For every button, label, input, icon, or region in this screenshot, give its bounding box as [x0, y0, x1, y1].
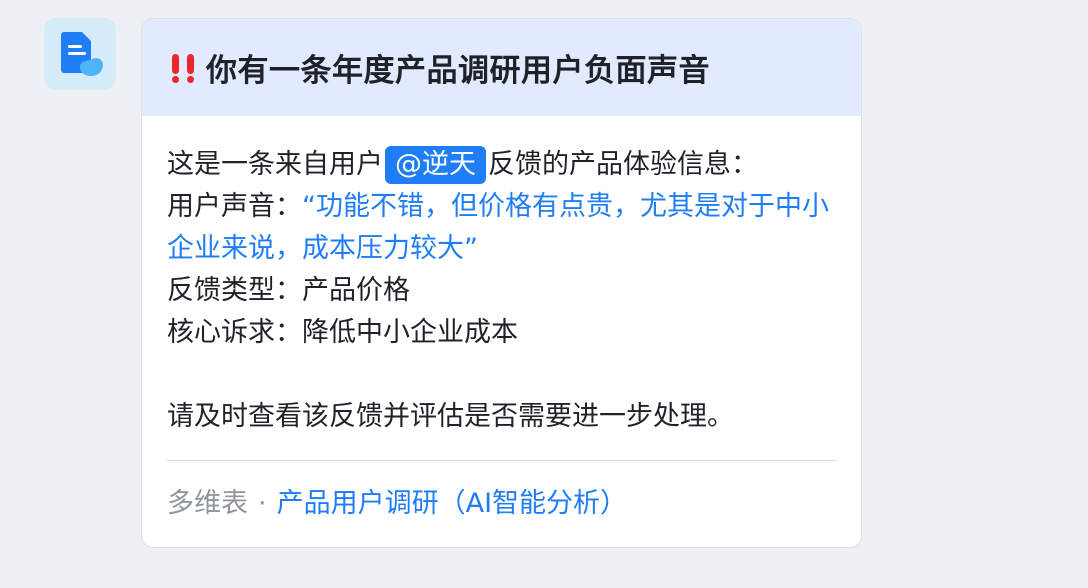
- cloud-document-icon: [61, 32, 103, 76]
- message-card: 你有一条年度产品调研用户负面声音 这是一条来自用户 @逆天 反馈的产品体验信息： 用…: [141, 18, 862, 548]
- footer-separator: ·: [258, 488, 267, 519]
- type-line: 反馈类型：产品价格: [167, 270, 837, 312]
- type-value: 产品价格: [302, 275, 410, 306]
- voice-line: 用户声音：“功能不错，但价格有点贵，尤其是对于中小企业来说，成本压力较大”: [167, 186, 837, 270]
- type-label: 反馈类型：: [167, 275, 302, 306]
- card-footer: 多维表 · 产品用户调研（AI智能分析）: [167, 484, 627, 524]
- intro-line: 这是一条来自用户 @逆天 反馈的产品体验信息：: [167, 144, 837, 186]
- demand-label: 核心诉求：: [167, 317, 302, 348]
- user-mention[interactable]: @逆天: [385, 146, 486, 184]
- closing-line: 请及时查看该反馈并评估是否需要进一步处理。: [167, 401, 734, 432]
- footer-source: 多维表: [167, 488, 248, 519]
- double-exclamation-icon: [168, 51, 202, 85]
- card-title: 你有一条年度产品调研用户负面声音: [206, 53, 710, 89]
- card-header: 你有一条年度产品调研用户负面声音: [142, 19, 861, 116]
- footer-link[interactable]: 产品用户调研（AI智能分析）: [277, 488, 627, 519]
- voice-label: 用户声音：: [167, 191, 302, 222]
- bot-avatar[interactable]: [44, 18, 116, 90]
- demand-line: 核心诉求：降低中小企业成本: [167, 312, 837, 354]
- footer-divider: [167, 460, 837, 461]
- intro-prefix: 这是一条来自用户: [167, 149, 383, 180]
- card-body: 这是一条来自用户 @逆天 反馈的产品体验信息： 用户声音：“功能不错，但价格有点贵，…: [142, 116, 861, 438]
- demand-value: 降低中小企业成本: [302, 317, 518, 348]
- intro-suffix: 反馈的产品体验信息：: [488, 149, 758, 180]
